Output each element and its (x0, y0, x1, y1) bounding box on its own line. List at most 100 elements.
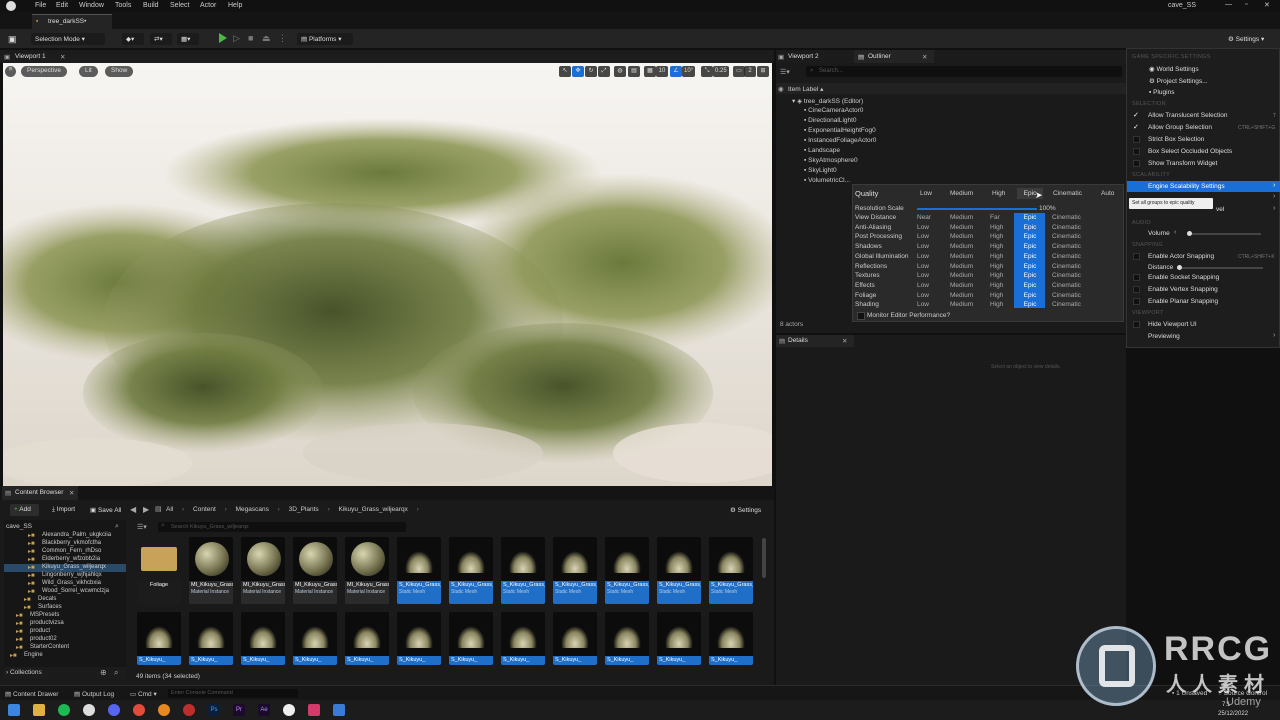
eject-icon[interactable]: ⏏ (262, 33, 271, 44)
add-collection-icon[interactable]: ⊕ (100, 668, 107, 677)
content-drawer-button[interactable]: ▤ Content Drawer (5, 690, 58, 698)
breadcrumb-item[interactable]: All (166, 506, 173, 513)
grid-snap-icon[interactable]: ▦ (644, 66, 656, 77)
history-forward-icon[interactable]: ▶ (143, 505, 149, 514)
asset-tile[interactable]: S_Kikuyu_Grass_ Static Mesh (657, 537, 701, 604)
perspective-button[interactable]: Perspective (21, 66, 67, 77)
level-tab[interactable]: ▪ tree_darkSS• (32, 14, 112, 29)
asset-tile[interactable]: S_Kikuyu_Grass_ Static Mesh (501, 537, 545, 604)
filter-icon[interactable]: ☰▾ (137, 523, 147, 531)
tab-content-browser[interactable]: ▤ Content Browser ✕ (2, 486, 78, 500)
occluded-toggle[interactable]: Box Select Occluded Objects (1148, 148, 1232, 155)
cb-settings-button[interactable]: ⚙ Settings (726, 504, 765, 516)
discord-icon[interactable] (108, 704, 120, 716)
file-explorer-icon[interactable] (33, 704, 45, 716)
asset-tile[interactable]: S_Kikuyu_ (345, 612, 389, 665)
folder-tree-item[interactable]: ▸■ MSPresets (4, 612, 126, 620)
breadcrumb-item[interactable]: Kikuyu_Grass_wiljearqx (338, 506, 407, 513)
asset-tile[interactable]: MI_Kikuyu_Grass_ Material Instance (345, 537, 389, 604)
folder-tree-item[interactable]: ▸■ Engine (4, 652, 126, 660)
asset-tile[interactable]: S_Kikuyu_Grass_ Static Mesh (605, 537, 649, 604)
epic-option[interactable]: Epic (1019, 233, 1041, 240)
asset-tile[interactable]: S_Kikuyu_ (241, 612, 285, 665)
show-button[interactable]: Show (105, 66, 134, 77)
spotify-icon[interactable] (58, 704, 70, 716)
save-icon[interactable]: ▣ (8, 34, 17, 45)
blender-icon[interactable] (158, 704, 170, 716)
breadcrumb-item[interactable]: 3D_Plants (289, 506, 319, 513)
folder-tree-item[interactable]: ▸■ product (4, 628, 126, 636)
selection-mode-button[interactable]: Selection Mode ▾ (31, 33, 105, 45)
quality-option[interactable]: Medium (950, 224, 973, 231)
quality-option[interactable]: High (990, 282, 1003, 289)
transform-widget-toggle[interactable]: Show Transform Widget (1148, 160, 1217, 167)
menu-actor[interactable]: Actor (200, 2, 216, 9)
search-icon[interactable]: ⌕ (114, 668, 118, 678)
breadcrumb-item[interactable]: Megascans (236, 506, 269, 513)
add-button[interactable]: + Add (10, 504, 39, 516)
epic-option[interactable]: Epic (1019, 214, 1041, 221)
outliner-item[interactable]: ▪ Landscape (804, 147, 840, 154)
epic-option[interactable]: Epic (1019, 263, 1041, 270)
speaker-icon[interactable]: ‹ (1174, 229, 1176, 236)
scale-snap-icon[interactable]: ⤡ (701, 66, 713, 77)
previewing-item[interactable]: Previewing (1148, 333, 1180, 340)
asset-tile[interactable]: MI_Kikuyu_Grass_ Material Instance (189, 537, 233, 604)
quality-option[interactable]: Cinematic (1052, 301, 1081, 308)
quality-option[interactable]: High (990, 292, 1003, 299)
close-icon[interactable]: ✕ (842, 337, 847, 345)
epic-option[interactable]: Epic (1019, 301, 1041, 308)
chrome-icon[interactable] (133, 704, 145, 716)
widget-checkbox[interactable] (1133, 160, 1140, 167)
quality-option[interactable]: Cinematic (1052, 253, 1081, 260)
folder-tree-item[interactable]: ▸■ Blackberry_vkmofctha (4, 540, 126, 548)
epic-option[interactable]: Epic (1019, 282, 1041, 289)
folder-tree-item[interactable]: ▸■ Alexandra_Palm_ukgkciia (4, 532, 126, 540)
volume-slider[interactable] (1187, 231, 1261, 236)
menu-build[interactable]: Build (143, 2, 159, 9)
photoshop-icon[interactable]: Ps (208, 704, 220, 716)
asset-tile[interactable]: S_Kikuyu_ (137, 612, 181, 665)
quality-option[interactable]: Low (917, 272, 929, 279)
app-icon[interactable] (333, 704, 345, 716)
filter-icon[interactable]: ☰▾ (780, 68, 790, 76)
outliner-item[interactable]: ▪ InstancedFoliageActor0 (804, 137, 876, 144)
quality-option[interactable]: Low (917, 253, 929, 260)
viewport-tab-label[interactable]: Viewport 1 (15, 53, 46, 60)
maximize-viewport-icon[interactable]: ⊞ (757, 66, 769, 77)
menu-file[interactable]: File (35, 2, 46, 9)
folder-tree-item[interactable]: ▸■ Surfaces (4, 604, 126, 612)
viewport-menu-icon[interactable]: ≡ (5, 66, 16, 77)
planar-snapping-toggle[interactable]: Enable Planar Snapping (1148, 298, 1218, 305)
asset-tile[interactable]: S_Kikuyu_ (501, 612, 545, 665)
camera-speed-value[interactable]: 2 (744, 66, 756, 77)
tree-root-label[interactable]: cave_SS (6, 523, 32, 530)
collections-bar[interactable]: › Collections ⊕ ⌕ (4, 667, 126, 679)
maximize-icon[interactable]: ▫ (1245, 1, 1247, 8)
premiere-icon[interactable]: Pr (233, 704, 245, 716)
windows-start-icon[interactable] (8, 704, 20, 716)
project-settings-item[interactable]: ⚙ Project Settings... (1149, 77, 1208, 85)
blueprint-icon[interactable]: ⇄▾ (150, 33, 172, 45)
epic-option[interactable]: Epic (1019, 243, 1041, 250)
rotate-tool-icon[interactable]: ↻ (585, 66, 597, 77)
asset-tile[interactable]: S_Kikuyu_ (189, 612, 233, 665)
lit-button[interactable]: Lit (79, 66, 98, 77)
quality-option[interactable]: Medium (950, 253, 973, 260)
folder-tree-item[interactable]: ▸■ product02 (4, 636, 126, 644)
unreal-engine-icon[interactable] (283, 704, 295, 716)
outliner-item[interactable]: ▪ SkyLight0 (804, 167, 837, 174)
epic-option[interactable]: Epic (1019, 253, 1041, 260)
distance-slider[interactable] (1177, 265, 1263, 270)
quality-option[interactable]: Cinematic (1052, 243, 1081, 250)
socket-snap-checkbox[interactable] (1133, 274, 1140, 281)
settings-button[interactable]: ⚙ Settings ▾ (1224, 33, 1274, 45)
quality-option[interactable]: High (990, 263, 1003, 270)
quality-option[interactable]: Cinematic (1052, 224, 1081, 231)
search-icon[interactable]: ⌕ (115, 523, 119, 531)
breadcrumb-item[interactable]: Content (193, 506, 216, 513)
asset-tile[interactable]: MI_Kikuyu_Grass_ Material Instance (241, 537, 285, 604)
epic-option[interactable]: Epic (1019, 272, 1041, 279)
quality-option[interactable]: Low (917, 263, 929, 270)
asset-search-input[interactable]: ⌕ Search Kikuyu_Grass_wiljearqx (158, 522, 406, 532)
